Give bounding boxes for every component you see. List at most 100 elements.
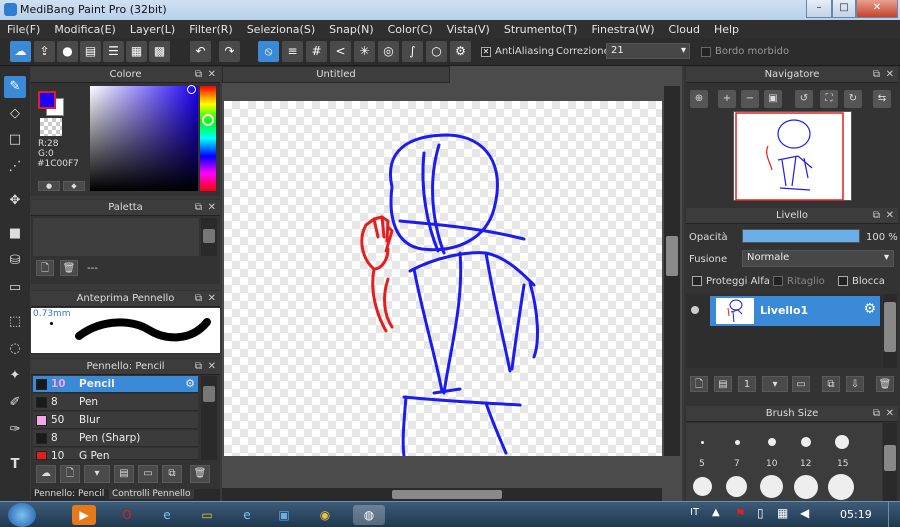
comment-icon[interactable]: ● [57,41,78,62]
menu-finestra[interactable]: Finestra(W) [584,23,661,36]
add-brush-menu-icon[interactable]: ▾ [84,465,110,483]
redo-icon[interactable]: ↷ [219,41,240,62]
parallel-snap-icon[interactable]: ≡ [282,41,303,62]
hue-cursor[interactable] [202,114,214,126]
delete-brush-icon[interactable]: 🗑 [190,465,210,483]
concentric-snap-icon[interactable]: ◎ [378,41,399,62]
brush-size-dot-large-5[interactable] [828,474,854,500]
brush-size-dot-7[interactable] [735,440,740,445]
zoom-icon[interactable]: ⊕ [690,90,708,108]
media-player-icon[interactable]: ▶ [72,505,96,525]
horizontal-scroll-thumb[interactable] [392,490,502,499]
bucket-tool-icon[interactable]: ⛁ [4,250,26,272]
undock-icon[interactable]: ⧉ [873,208,880,224]
menu-seleziona[interactable]: Seleziona(S) [240,23,322,36]
close-icon[interactable]: ✕ [886,208,894,224]
gear-icon[interactable]: ⚙ [863,301,876,317]
brush-item-g-pen[interactable]: 10 G Pen [33,448,198,460]
protect-alpha-checkbox[interactable] [692,276,702,286]
undock-icon[interactable]: ⧉ [873,67,880,83]
brush-size-dot-large-4[interactable] [794,475,818,499]
cloud-brush-icon[interactable]: ☁ [36,465,56,483]
brush-tool-icon[interactable]: ✎ [4,76,26,98]
chrome-icon[interactable]: ◉ [313,505,337,525]
perspective-snap-icon[interactable]: < [330,41,351,62]
canvas-horizontal-scrollbar[interactable] [222,488,662,501]
brush-size-dot-large-1[interactable] [693,477,712,496]
close-icon[interactable]: ✕ [208,67,216,83]
add-layer-menu-icon[interactable]: ▾ [762,376,788,392]
close-icon[interactable]: ✕ [208,359,216,375]
brush-item-blur[interactable]: 50 Blur [33,412,198,429]
close-icon[interactable]: ✕ [208,200,216,216]
action-center-icon[interactable]: ⚑ [735,506,746,520]
menu-vista[interactable]: Vista(V) [440,23,497,36]
navigator-preview[interactable] [733,111,852,201]
drawing-canvas[interactable] [224,101,662,458]
battery-icon[interactable]: ▯ [757,506,764,520]
select-eraser-tool-icon[interactable]: ✑ [4,419,26,441]
palette-scrollbar[interactable] [201,218,217,256]
upload-icon[interactable]: ⇪ [34,41,55,62]
maximize-button[interactable]: □ [832,0,856,18]
lasso-tool-icon[interactable]: ◌ [4,338,26,360]
snap-settings-gear-icon[interactable]: ⚙ [450,41,471,62]
rotate-left-icon[interactable]: ↺ [795,90,813,108]
undock-icon[interactable]: ⧉ [195,200,202,216]
hue-slider[interactable] [200,86,216,191]
sv-cursor[interactable] [187,85,196,94]
palette-scroll-thumb[interactable] [203,229,215,243]
select-pen-tool-icon[interactable]: ✐ [4,392,26,414]
foreground-color-swatch[interactable] [38,91,56,109]
flip-icon[interactable]: ⇆ [873,90,891,108]
close-icon[interactable]: ✕ [886,406,894,422]
menu-color[interactable]: Color(C) [381,23,440,36]
lock-checkbox[interactable] [838,276,848,286]
palette-swatch-area[interactable] [33,218,199,256]
dot-tool-icon[interactable]: ⋰ [4,156,26,178]
merge-layer-icon[interactable]: ⇩ [846,376,864,392]
bordo-morbido-checkbox[interactable] [701,47,711,57]
layer-scroll-thumb[interactable] [884,302,896,352]
new-layer-icon[interactable]: 🗋 [690,376,708,392]
brush-size-dot-12[interactable] [801,437,811,447]
antialiasing-checkbox[interactable]: ✕ [481,47,491,57]
duplicate-brush-icon[interactable]: ⧉ [162,465,182,483]
layout-icon[interactable]: ▦ [126,41,147,62]
eraser-tool-icon[interactable]: ◇ [4,103,26,125]
brush-size-dot-large-2[interactable] [726,476,747,497]
gradient-tool-icon[interactable]: ▭ [4,277,26,299]
new-halftone-layer-icon[interactable]: ▤ [714,376,732,392]
start-button[interactable] [8,503,36,527]
brush-size-dot-10[interactable] [768,438,776,446]
blend-mode-select[interactable]: Normale ▾ [742,250,894,267]
tab-brush-controls[interactable]: Controlli Pennello [109,489,194,499]
rectangle-tool-icon[interactable]: □ [4,129,26,151]
move-tool-icon[interactable]: ✥ [4,190,26,212]
brush-item-pen[interactable]: 8 Pen [33,394,198,411]
brush-item-pencil[interactable]: 10 Pencil ⚙ [33,376,198,393]
opera-icon[interactable]: O [115,505,139,525]
document-tab[interactable]: Untitled [222,66,450,83]
delete-palette-icon[interactable]: 🗑 [60,260,78,276]
close-icon[interactable]: ✕ [208,291,216,307]
medibang-taskbar-icon[interactable]: ◍ [353,505,385,525]
layer-visibility-icon[interactable] [691,306,699,314]
volume-icon[interactable]: ◀ [800,506,809,520]
minimize-button[interactable]: – [806,0,832,18]
radial-snap-icon[interactable]: ✳ [354,41,375,62]
magic-wand-tool-icon[interactable]: ✦ [4,365,26,387]
tray-expand-icon[interactable]: ▲ [712,507,720,518]
brush-list-scrollbar[interactable] [201,376,217,460]
select-tool-icon[interactable]: ⬚ [4,311,26,333]
menu-modifica[interactable]: Modifica(E) [47,23,123,36]
brush-size-dot-5[interactable] [701,441,704,444]
brush-settings-icon[interactable]: ▤ [114,465,134,483]
menu-help[interactable]: Help [707,23,746,36]
delete-layer-icon[interactable]: 🗑 [876,376,894,392]
undock-icon[interactable]: ⧉ [873,406,880,422]
network-icon[interactable]: ▦ [777,506,788,520]
layer-row-livello1[interactable]: Livello1 ⚙ [710,296,880,326]
new-brush-icon[interactable]: 🗋 [60,465,80,483]
reset-view-icon[interactable]: ⛶ [820,90,838,108]
